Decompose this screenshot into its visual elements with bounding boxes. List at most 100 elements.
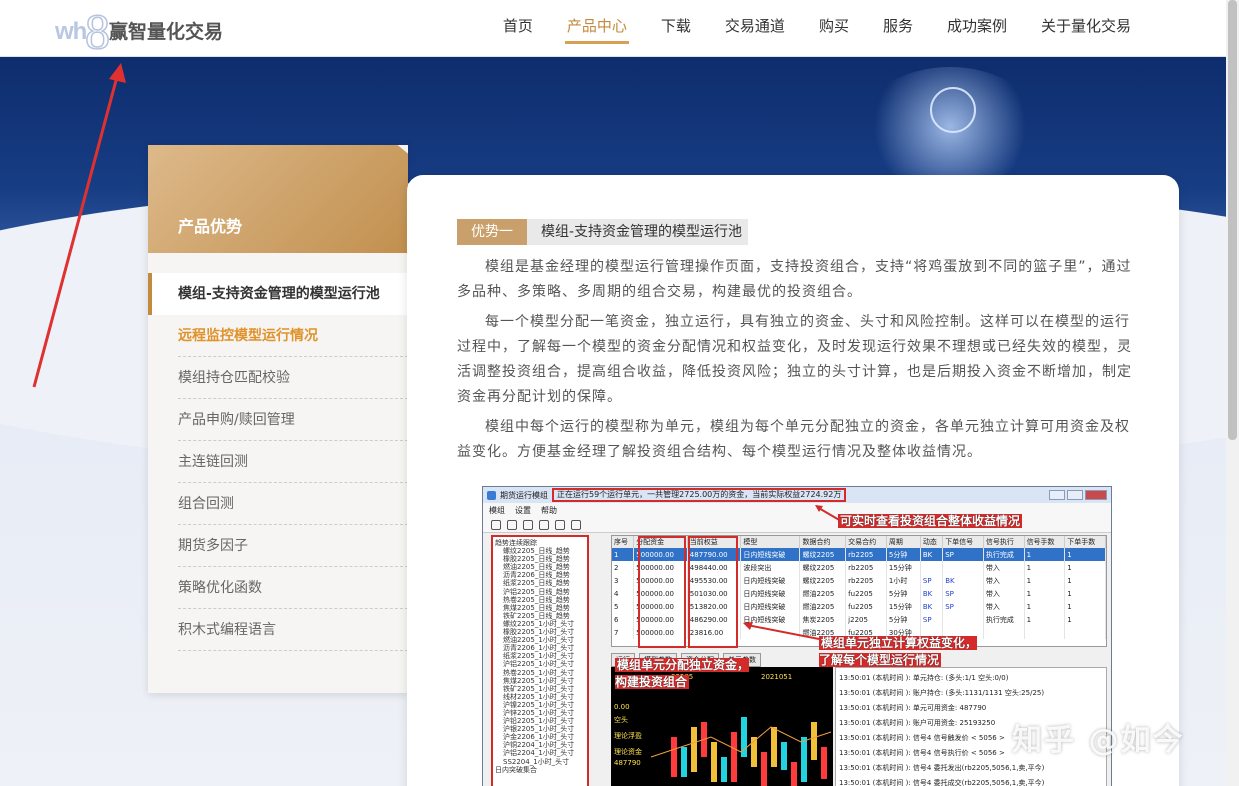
nav-item-2[interactable]: 产品中心 — [564, 0, 629, 57]
section-tag: 优势一 模组-支持资金管理的模型运行池 — [457, 219, 749, 245]
sidebar-item-7[interactable]: 期货多因子 — [178, 525, 408, 567]
table-cell: 1 — [1064, 600, 1106, 613]
logo-mark-letters: wh — [55, 18, 87, 45]
log-line: 13:50:01 (本机时间 ): 账户持仓: (多头:1131/1131 空头… — [839, 689, 1045, 697]
table-cell — [1064, 626, 1106, 639]
tree-item: 沪铝2205_1小时_头寸 — [503, 660, 575, 669]
tree-item: 焦煤2205_日线_趋势 — [503, 603, 570, 612]
table-cell: fu2205 — [845, 600, 887, 613]
annotation-unit-allocation-text: 模组单元分配独立资金，构建投资组合 — [615, 658, 750, 689]
draw-line-icon — [523, 519, 533, 530]
nav-item-1[interactable]: 首页 — [503, 0, 533, 57]
table-cell: 1 — [1024, 561, 1066, 574]
table-cell: 燃油2205 — [799, 600, 847, 613]
window-controls — [1049, 490, 1111, 500]
table-row: 2 500000.00 498440.00 波段突出 螺纹2205 rb2205 15分钟带… — [612, 561, 1106, 574]
table-cell: 螺纹2205 — [799, 548, 847, 561]
minimize-icon — [1049, 490, 1065, 500]
paragraph-3: 模组中每个运行的模型称为单元，模组为每个单元分配独立的资金，各单元独立计算可用资… — [457, 419, 1130, 460]
sidebar-item-3[interactable]: 模组持仓匹配校验 — [178, 357, 408, 399]
table-cell: 6 — [612, 613, 635, 626]
table-cell — [983, 626, 1025, 639]
site-logo[interactable]: wh 8 赢智量化交易 — [55, 2, 224, 60]
table-row: 3 500000.00 495530.00 日内短线突破 螺纹2205 rb2205 1小时… — [612, 574, 1106, 587]
nav-item-5[interactable]: 购买 — [819, 0, 849, 57]
table-cell: 1 — [1064, 561, 1106, 574]
tree-footer: 日内突破集合 — [495, 765, 537, 774]
sidebar-item-5[interactable]: 主连链回测 — [178, 441, 408, 483]
candle — [671, 737, 677, 777]
table-cell: 1 — [1024, 574, 1066, 587]
paragraph-2: 每一个模型分配一笔资金，独立运行，具有独立的资金、头寸和风险控制。这样可以在模型… — [457, 314, 1132, 405]
tree-item: 铁矿2205_1小时_头寸 — [503, 684, 575, 693]
new-icon — [491, 519, 501, 530]
table-cell: BK — [920, 587, 944, 600]
chart-label-float-pnl: 理论浮盈 — [614, 732, 642, 740]
tree-item: SS2204_1小时_头寸 — [503, 757, 570, 766]
screenshot-menu-item: 设置 — [515, 505, 531, 515]
candle — [781, 742, 787, 770]
allocated-funds-highlight — [638, 536, 686, 648]
nav-item-4[interactable]: 交易通道 — [725, 0, 785, 57]
model-table: 序号 分配资金 当前权益 模型 数据合约 交易合约 周期 动态 下单信号 信号执行 信号手数 下单手数… — [612, 536, 1106, 639]
table-cell: 燃油2205 — [799, 587, 847, 600]
annotation-unit-equity-text: 模组单元独立计算权益变化，了解每个模型运行情况 — [819, 636, 978, 667]
table-cell: 1 — [1024, 548, 1066, 561]
chart-tag-date: 2021051 — [761, 673, 793, 681]
candle — [721, 757, 727, 782]
sidebar-item-4[interactable]: 产品申购/赎回管理 — [178, 399, 408, 441]
brand-name: 赢智量化交易 — [109, 20, 224, 43]
table-cell: 1小时 — [886, 574, 921, 587]
maximize-icon — [1067, 490, 1083, 500]
table-row: 4 500000.00 501030.00 日内短线突破 燃油2205 fu2205 5分钟… — [612, 587, 1106, 600]
tree-item: 铁矿2205_日线_趋势 — [503, 611, 570, 620]
chart-value-short: 0.00 — [614, 703, 630, 711]
annotation-total-equity: 可实时查看投资组合整体收益情况 — [838, 513, 1023, 530]
table-cell: SP — [942, 548, 984, 561]
nav-item-7[interactable]: 成功案例 — [947, 0, 1007, 57]
logo-mark: wh 8 — [55, 2, 113, 60]
page-scrollbar[interactable] — [1226, 0, 1239, 786]
refresh-icon — [555, 519, 565, 530]
sidebar-item-6[interactable]: 组合回测 — [178, 483, 408, 525]
nav-item-6[interactable]: 服务 — [883, 0, 913, 57]
table-row: 5 500000.00 513820.00 日内短线突破 燃油2205 fu2205 15分… — [612, 600, 1106, 613]
sidebar-item-1[interactable]: 模组-支持资金管理的模型运行池 — [148, 273, 408, 315]
table-cell: 波段突出 — [740, 561, 801, 574]
table-cell: 7 — [612, 626, 635, 639]
content-panel: 优势一 模组-支持资金管理的模型运行池 模组是基金经理的模型运行管理操作页面，支… — [407, 175, 1179, 786]
hero-glow-decoration — [860, 67, 1040, 187]
annotation-arrow-top — [815, 505, 842, 522]
table-cell: 带入 — [983, 600, 1025, 613]
sidebar-menu: 模组-支持资金管理的模型运行池 远程监控模型运行情况 模组持仓匹配校验 产品申购/赎回… — [148, 253, 408, 651]
candle — [711, 742, 717, 782]
candle — [771, 727, 777, 767]
table-header-cell: 交易合约 — [845, 536, 887, 548]
nav-item-8[interactable]: 关于量化交易 — [1041, 0, 1131, 57]
table-cell: 5分钟 — [886, 548, 921, 561]
sidebar-item-8[interactable]: 策略优化函数 — [178, 567, 408, 609]
page-scrollbar-thumb[interactable] — [1228, 0, 1237, 440]
table-cell: SP — [920, 613, 944, 626]
chart-label-short: 空头 — [614, 716, 628, 724]
table-cell: fu2205 — [845, 587, 887, 600]
zhihu-watermark: 知乎 @如今 — [1012, 723, 1185, 758]
table-cell: BK — [920, 548, 944, 561]
table-cell: 日内短线突破 — [740, 548, 801, 561]
main-nav: 首页 产品中心 下载 交易通道 购买 服务 成功案例 关于量化交易 — [469, 0, 1131, 57]
tree-item: 沪铝2205_日线_趋势 — [503, 587, 570, 596]
sidebar-item-9[interactable]: 积木式编程语言 — [178, 609, 408, 651]
log-line: 13:50:01 (本机时间 ): 单元持仓: (多头:1/1 空头:0/0) — [839, 674, 1009, 682]
model-table-header: 序号 分配资金 当前权益 模型 数据合约 交易合约 周期 动态 下单信号 信号执行 信号手数 下单手数 — [612, 536, 1106, 548]
tree-item: 橡胶2205_1小时_头寸 — [503, 628, 575, 637]
sidebar-item-2[interactable]: 远程监控模型运行情况 — [178, 315, 408, 357]
candle — [821, 747, 827, 779]
product-advantages-sidebar: 产品优势 模组-支持资金管理的模型运行池 远程监控模型运行情况 模组持仓匹配校验 产品… — [148, 145, 408, 693]
paragraph-1: 模组是基金经理的模型运行管理操作页面，支持投资组合，支持“将鸡蛋放到不同的篮子里… — [457, 259, 1132, 300]
table-cell: 5 — [612, 600, 635, 613]
nav-item-3[interactable]: 下载 — [661, 0, 691, 57]
log-line: 13:50:01 (本机时间 ): 信号4 委托成交(rb2205,5056,1… — [839, 779, 1045, 786]
tree-item: 纸浆2205_日线_趋势 — [503, 579, 570, 588]
screenshot-titlebar: 期货运行模组 正在运行59个运行单元，一共管理2725.00万的资金，当前实际权… — [483, 487, 1111, 503]
globe-icon — [930, 87, 976, 133]
